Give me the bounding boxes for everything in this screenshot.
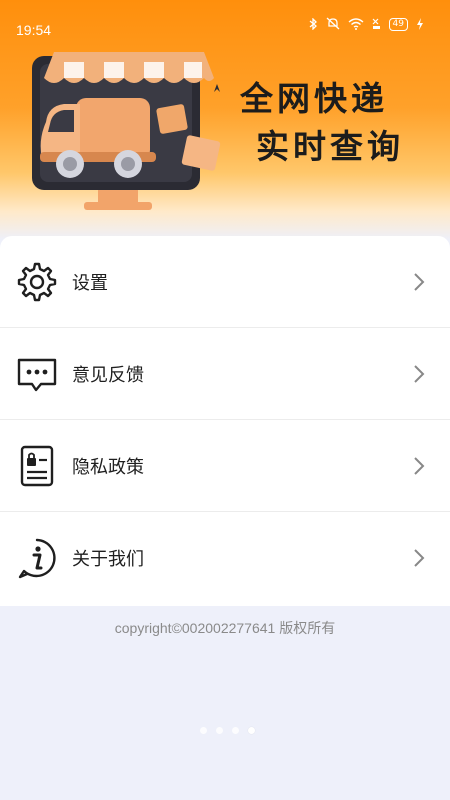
page-dot bbox=[200, 727, 207, 734]
charging-icon bbox=[416, 15, 424, 34]
menu-item-label: 意见反馈 bbox=[72, 365, 144, 386]
menu-item-label: 隐私政策 bbox=[72, 457, 144, 478]
chevron-right-icon bbox=[412, 455, 426, 477]
menu-card: 设置 意见反馈 隐私政策 关于我们 bbox=[0, 236, 450, 606]
menu-item-about[interactable]: 关于我们 bbox=[0, 512, 450, 604]
banner-headline-2: 实时查询 bbox=[256, 127, 404, 166]
status-bar: 19:54 49 bbox=[0, 0, 450, 38]
banner-headline-1: 全网快递 bbox=[240, 79, 388, 118]
chat-bubble-icon bbox=[14, 351, 60, 397]
copyright-text: copyright©002002277641 版权所有 bbox=[114, 620, 336, 636]
no-signal-icon bbox=[372, 15, 381, 34]
page-dot-active bbox=[248, 727, 255, 734]
chevron-right-icon bbox=[412, 363, 426, 385]
mute-bell-icon bbox=[326, 15, 340, 34]
status-icons: 49 bbox=[309, 15, 424, 34]
status-time: 19:54 bbox=[16, 22, 52, 38]
menu-item-label: 关于我们 bbox=[72, 549, 144, 570]
menu-item-feedback[interactable]: 意见反馈 bbox=[0, 328, 450, 420]
bluetooth-icon bbox=[309, 15, 318, 34]
delivery-truck-illustration bbox=[18, 40, 233, 219]
header-banner: 19:54 49 全网快递 实时查询 bbox=[0, 0, 450, 240]
menu-item-label: 设置 bbox=[72, 273, 108, 294]
page-indicator bbox=[200, 727, 255, 734]
chevron-right-icon bbox=[412, 271, 426, 293]
wifi-icon bbox=[348, 15, 364, 34]
gear-icon bbox=[14, 259, 60, 305]
page-dot bbox=[216, 727, 223, 734]
battery-level: 49 bbox=[388, 18, 408, 31]
info-icon bbox=[14, 535, 60, 581]
chevron-right-icon bbox=[412, 547, 426, 569]
menu-item-privacy[interactable]: 隐私政策 bbox=[0, 420, 450, 512]
page-dot bbox=[232, 727, 239, 734]
menu-item-settings[interactable]: 设置 bbox=[0, 236, 450, 328]
privacy-document-icon bbox=[14, 443, 60, 489]
